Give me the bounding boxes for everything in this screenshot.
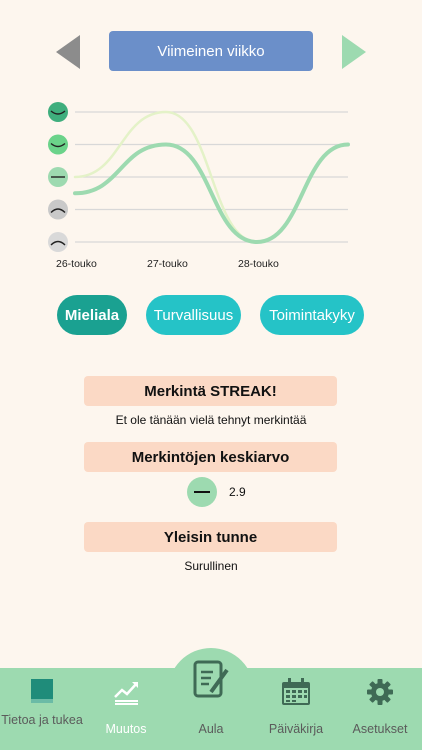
streak-text: Et ole tänään vielä tehnyt merkintää	[115, 413, 307, 427]
tab-turvallisuus[interactable]: Turvallisuus	[146, 295, 241, 335]
next-week-arrow-icon[interactable]	[342, 35, 366, 69]
notes-pen-icon	[193, 660, 229, 698]
nav-label: Muutos	[105, 722, 147, 736]
nav-label: Tietoa ja tukea	[1, 713, 83, 727]
nav-tietoa[interactable]: Tietoa ja tukea	[0, 668, 84, 750]
nav-muutos[interactable]: Muutos	[84, 668, 168, 750]
trend-chart-icon	[114, 682, 138, 705]
tab-mieliala[interactable]: Mieliala	[57, 295, 127, 335]
x-tick-label: 28-touko	[238, 258, 279, 270]
nav-paivakirja[interactable]: Päiväkirja	[254, 668, 338, 750]
nav-label: Aula	[198, 722, 224, 736]
x-tick-label: 26-touko	[56, 258, 97, 270]
x-tick-label: 27-touko	[147, 258, 188, 270]
mood-chart-svg	[48, 102, 350, 252]
tab-toimintakyky[interactable]: Toimintakyky	[260, 295, 364, 335]
happy-face-icon	[48, 134, 68, 155]
series-line	[73, 142, 350, 245]
nav-asetukset[interactable]: Asetukset	[338, 668, 422, 750]
streak-title: Merkintä STREAK!	[84, 376, 337, 406]
gear-icon	[367, 679, 393, 705]
average-value: 2.9	[229, 485, 246, 499]
nav-label: Asetukset	[352, 722, 408, 736]
calendar-icon	[282, 678, 310, 705]
neutral-face-icon	[187, 477, 217, 507]
average-title: Merkintöjen keskiarvo	[84, 442, 337, 472]
nav-label: Päiväkirja	[268, 722, 324, 736]
nav-aula[interactable]: Aula	[168, 660, 254, 750]
very-happy-face-icon	[48, 102, 68, 122]
week-navigator: Viimeinen viikko	[0, 31, 422, 73]
common-feeling-title: Yleisin tunne	[84, 522, 337, 552]
common-feeling-text: Surullinen	[184, 559, 238, 573]
previous-week-arrow-icon[interactable]	[56, 35, 80, 69]
week-selector-button[interactable]: Viimeinen viikko	[109, 31, 313, 71]
book-icon	[31, 679, 53, 703]
mood-chart	[0, 92, 422, 282]
